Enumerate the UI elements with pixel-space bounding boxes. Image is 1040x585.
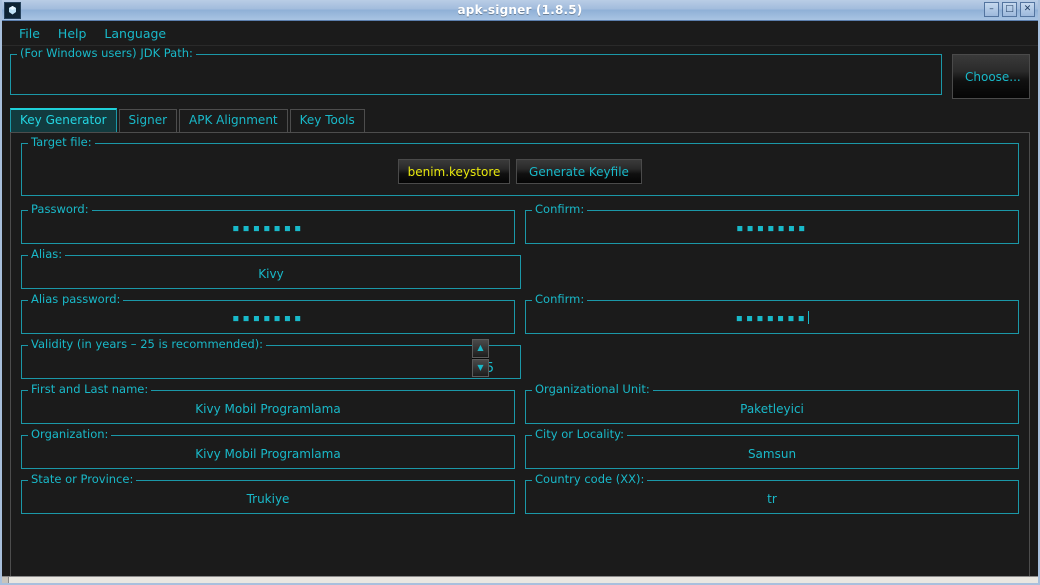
validity-group: Validity (in years – 25 is recommended):…	[21, 338, 521, 379]
first-last-name-label: First and Last name:	[28, 383, 152, 396]
keystore-file-button[interactable]: benim.keystore	[398, 159, 510, 184]
validity-input[interactable]: 25	[22, 360, 498, 378]
spinner-up-icon[interactable]: ▲	[472, 339, 489, 358]
state-or-province-group: State or Province: Trukiye	[21, 473, 515, 514]
city-or-locality-input[interactable]: Samsun	[526, 445, 1018, 463]
city-or-locality-group: City or Locality: Samsun	[525, 428, 1019, 469]
password-group: Password: ▪▪▪▪▪▪▪	[21, 203, 515, 244]
alias-password-input[interactable]: ▪▪▪▪▪▪▪	[22, 310, 514, 328]
choose-jdk-button[interactable]: Choose...	[952, 54, 1030, 99]
target-file-group: Target file: benim.keystore Generate Key…	[21, 136, 1019, 196]
alias-password-confirm-label: Confirm:	[532, 293, 588, 306]
generate-keyfile-button[interactable]: Generate Keyfile	[516, 159, 642, 184]
password-label: Password:	[28, 203, 92, 216]
organization-label: Organization:	[28, 428, 112, 441]
menu-bar: File Help Language	[2, 21, 1038, 46]
state-or-province-input[interactable]: Trukiye	[22, 490, 514, 508]
tab-strip: Key Generator Signer APK Alignment Key T…	[10, 108, 1030, 132]
tab-apk-alignment[interactable]: APK Alignment	[179, 109, 288, 132]
tab-key-tools[interactable]: Key Tools	[289, 109, 365, 132]
password-input[interactable]: ▪▪▪▪▪▪▪	[22, 220, 514, 238]
minimize-icon[interactable]: –	[984, 2, 999, 17]
tab-signer[interactable]: Signer	[118, 109, 178, 132]
menu-item-file[interactable]: File	[10, 23, 49, 44]
alias-password-confirm-input[interactable]: ▪▪▪▪▪▪▪	[526, 310, 1018, 328]
menu-item-help[interactable]: Help	[49, 23, 96, 44]
tab-key-generator[interactable]: Key Generator	[10, 108, 117, 132]
target-file-buttons: benim.keystore Generate Keyfile	[22, 148, 1018, 195]
alias-password-confirm-value: ▪▪▪▪▪▪▪	[735, 311, 808, 326]
title-bar[interactable]: apk-signer (1.8.5) – □ ✕	[2, 0, 1038, 21]
name-row: First and Last name: Kivy Mobil Programl…	[21, 383, 1019, 424]
target-file-label: Target file:	[28, 136, 95, 149]
password-confirm-group: Confirm: ▪▪▪▪▪▪▪	[525, 203, 1019, 244]
jdk-path-input[interactable]	[11, 59, 941, 94]
state-or-province-label: State or Province:	[28, 473, 137, 486]
menu-item-language[interactable]: Language	[95, 23, 175, 44]
alias-password-row: Alias password: ▪▪▪▪▪▪▪ Confirm: ▪▪▪▪▪▪▪	[21, 293, 1019, 334]
organization-group: Organization: Kivy Mobil Programlama	[21, 428, 515, 469]
organizational-unit-label: Organizational Unit:	[532, 383, 653, 396]
window-title: apk-signer (1.8.5)	[457, 3, 583, 17]
country-code-input[interactable]: tr	[526, 490, 1018, 508]
maximize-icon[interactable]: □	[1002, 2, 1017, 17]
country-code-label: Country code (XX):	[532, 473, 648, 486]
alias-label: Alias:	[28, 248, 66, 261]
spinner-down-icon[interactable]: ▼	[472, 358, 489, 377]
jdk-path-group: (For Windows users) JDK Path:	[10, 47, 942, 95]
validity-row: Validity (in years – 25 is recommended):…	[21, 338, 1019, 379]
organizational-unit-input[interactable]: Paketleyici	[526, 400, 1018, 418]
bottom-scrollbar[interactable]	[2, 576, 1038, 583]
close-icon[interactable]: ✕	[1020, 2, 1035, 17]
state-row: State or Province: Trukiye Country code …	[21, 473, 1019, 514]
alias-password-group: Alias password: ▪▪▪▪▪▪▪	[21, 293, 515, 334]
city-or-locality-label: City or Locality:	[532, 428, 627, 441]
app-icon	[4, 1, 21, 19]
validity-spinner: ▲ ▼	[472, 339, 489, 377]
password-confirm-input[interactable]: ▪▪▪▪▪▪▪	[526, 220, 1018, 238]
scrollbar-track[interactable]	[9, 577, 1038, 583]
organization-row: Organization: Kivy Mobil Programlama Cit…	[21, 428, 1019, 469]
window-controls: – □ ✕	[984, 2, 1035, 17]
password-confirm-label: Confirm:	[532, 203, 588, 216]
alias-password-label: Alias password:	[28, 293, 124, 306]
validity-label: Validity (in years – 25 is recommended):	[28, 338, 267, 351]
alias-password-confirm-group: Confirm: ▪▪▪▪▪▪▪	[525, 293, 1019, 334]
alias-group: Alias: Kivy	[21, 248, 521, 289]
tabs-section: Key Generator Signer APK Alignment Key T…	[2, 108, 1038, 577]
jdk-path-row: (For Windows users) JDK Path: Choose...	[2, 46, 1038, 99]
text-caret	[807, 311, 809, 324]
organizational-unit-group: Organizational Unit: Paketleyici	[525, 383, 1019, 424]
first-last-name-input[interactable]: Kivy Mobil Programlama	[22, 400, 514, 418]
first-last-name-group: First and Last name: Kivy Mobil Programl…	[21, 383, 515, 424]
organization-input[interactable]: Kivy Mobil Programlama	[22, 445, 514, 463]
key-generator-panel: Target file: benim.keystore Generate Key…	[10, 132, 1030, 577]
jdk-path-label: (For Windows users) JDK Path:	[17, 47, 196, 60]
password-row: Password: ▪▪▪▪▪▪▪ Confirm: ▪▪▪▪▪▪▪	[21, 203, 1019, 244]
country-code-group: Country code (XX): tr	[525, 473, 1019, 514]
app-window: apk-signer (1.8.5) – □ ✕ File Help Langu…	[0, 0, 1040, 585]
alias-row: Alias: Kivy	[21, 248, 1019, 289]
alias-input[interactable]: Kivy	[22, 265, 520, 283]
scrollbar-left-cap[interactable]	[2, 577, 9, 583]
